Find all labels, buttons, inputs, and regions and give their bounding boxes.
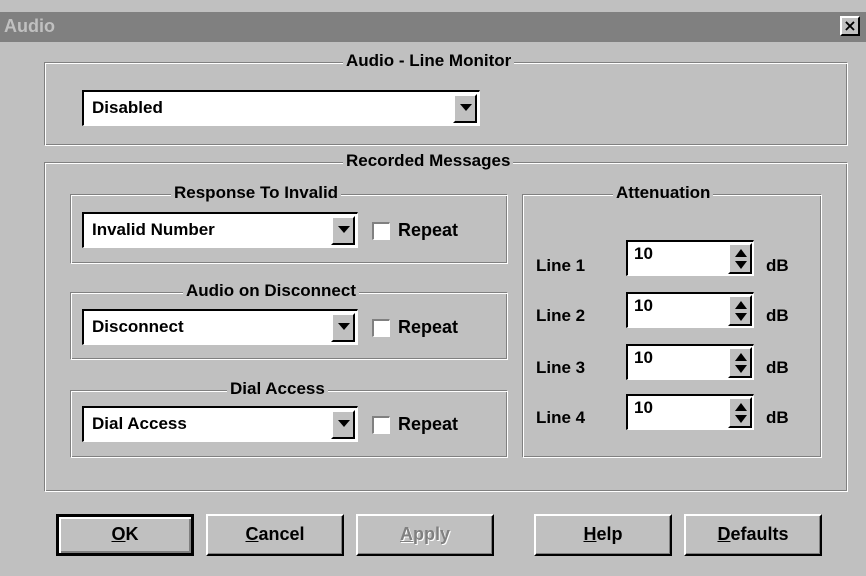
audio-disconnect-value: Disconnect <box>92 317 184 336</box>
chevron-down-icon <box>460 104 472 111</box>
audio-disconnect-select[interactable]: Disconnect <box>82 309 358 345</box>
line-monitor-dropdown-button[interactable] <box>453 94 477 123</box>
chevron-down-icon <box>338 420 350 427</box>
arrow-down-icon <box>735 261 747 269</box>
line-1-unit: dB <box>766 256 789 275</box>
arrow-down-icon <box>735 313 747 321</box>
line-monitor-select[interactable]: Disabled <box>82 90 480 126</box>
line-3-attenuation-spinner[interactable]: 10 <box>626 344 754 380</box>
defaults-button[interactable]: Defaults <box>684 514 822 556</box>
dial-access-dropdown-button[interactable] <box>331 410 355 439</box>
audio-disconnect-repeat-checkbox[interactable] <box>372 319 390 337</box>
chevron-down-icon <box>338 323 350 330</box>
line-2-value: 10 <box>634 296 653 315</box>
line-4-unit: dB <box>766 408 789 427</box>
close-icon: × <box>843 16 857 35</box>
chevron-down-icon <box>338 226 350 233</box>
audio-dialog: Audio × Audio - Line Monitor Disabled Re… <box>0 0 866 576</box>
line-4-attenuation-spinner[interactable]: 10 <box>626 394 754 430</box>
apply-button[interactable]: Apply <box>356 514 494 556</box>
apply-button-label: Apply <box>399 524 450 544</box>
response-invalid-dropdown-button[interactable] <box>331 216 355 245</box>
title-bar: Audio <box>0 12 866 42</box>
line-1-value: 10 <box>634 244 653 263</box>
line-4-value: 10 <box>634 398 653 417</box>
response-invalid-select[interactable]: Invalid Number <box>82 212 358 248</box>
arrow-down-icon <box>735 415 747 423</box>
response-invalid-legend: Response To Invalid <box>171 183 342 203</box>
line-2-attenuation-spinner[interactable]: 10 <box>626 292 754 328</box>
arrow-up-icon <box>735 249 747 257</box>
help-button-label: Help <box>583 524 623 544</box>
ok-button-label: OK <box>111 524 139 544</box>
line-1-attenuation-spinner[interactable]: 10 <box>626 240 754 276</box>
dial-access-legend: Dial Access <box>227 379 328 399</box>
response-invalid-repeat-checkbox[interactable] <box>372 222 390 240</box>
line-3-unit: dB <box>766 358 789 377</box>
response-invalid-repeat-label: Repeat <box>398 220 459 240</box>
window-title: Audio <box>4 16 55 36</box>
line-2-label: Line 2 <box>536 306 586 325</box>
line-3-label: Line 3 <box>536 358 586 377</box>
attenuation-legend: Attenuation <box>613 183 714 203</box>
line-3-value: 10 <box>634 348 653 367</box>
audio-disconnect-legend: Audio on Disconnect <box>183 281 359 301</box>
line-4-spin-buttons[interactable] <box>728 397 752 428</box>
dial-access-value: Dial Access <box>92 414 187 433</box>
dial-access-select[interactable]: Dial Access <box>82 406 358 442</box>
cancel-button[interactable]: Cancel <box>206 514 344 556</box>
audio-disconnect-dropdown-button[interactable] <box>331 313 355 342</box>
audio-disconnect-repeat-label: Repeat <box>398 317 459 337</box>
arrow-up-icon <box>735 353 747 361</box>
arrow-up-icon <box>735 403 747 411</box>
ok-button[interactable]: OK <box>56 514 194 556</box>
line-4-label: Line 4 <box>536 408 586 427</box>
defaults-button-label: Defaults <box>717 524 789 544</box>
close-button[interactable]: × <box>840 16 860 36</box>
recorded-messages-legend: Recorded Messages <box>343 151 514 171</box>
line-monitor-value: Disabled <box>92 98 163 117</box>
arrow-down-icon <box>735 365 747 373</box>
line-3-spin-buttons[interactable] <box>728 347 752 378</box>
line-2-unit: dB <box>766 306 789 325</box>
line-monitor-legend: Audio - Line Monitor <box>343 51 515 71</box>
cancel-button-label: Cancel <box>245 524 305 544</box>
line-1-spin-buttons[interactable] <box>728 243 752 274</box>
help-button[interactable]: Help <box>534 514 672 556</box>
line-2-spin-buttons[interactable] <box>728 295 752 326</box>
dial-access-repeat-label: Repeat <box>398 414 459 434</box>
line-1-label: Line 1 <box>536 256 586 275</box>
arrow-up-icon <box>735 301 747 309</box>
response-invalid-value: Invalid Number <box>92 220 215 239</box>
dial-access-repeat-checkbox[interactable] <box>372 416 390 434</box>
